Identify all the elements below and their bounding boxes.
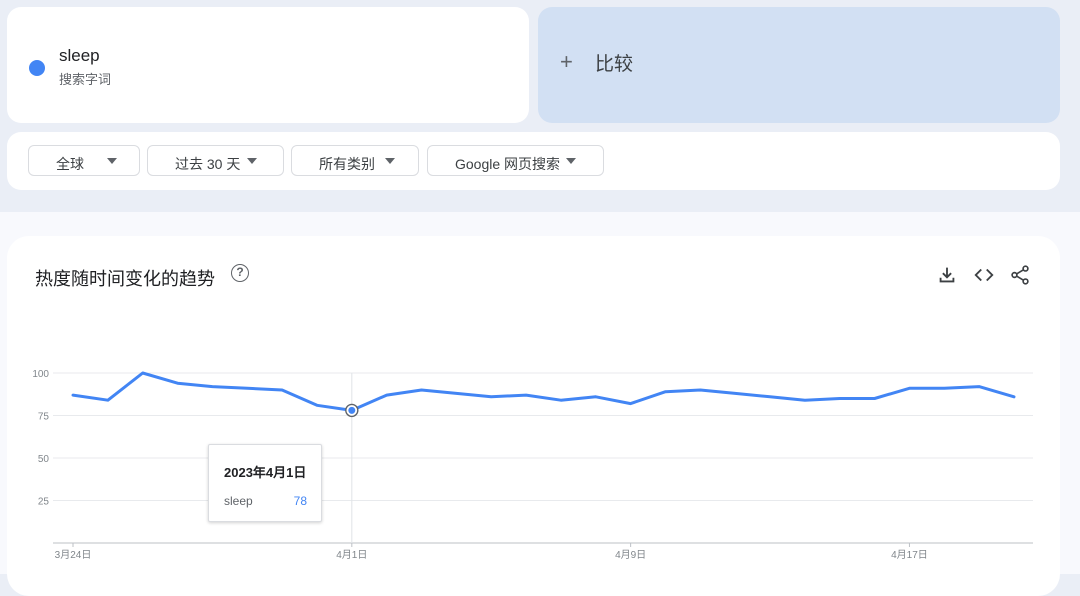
x-tick-label: 3月24日	[55, 549, 92, 561]
search-term-card[interactable]: sleep 搜索字词	[7, 7, 529, 123]
x-tick-label: 4月1日	[336, 549, 367, 561]
tooltip-date: 2023年4月1日	[224, 465, 307, 480]
compare-button[interactable]: + 比较	[538, 7, 1060, 123]
category-filter-label: 所有类别	[319, 156, 375, 172]
time-range-filter-label: 过去 30 天	[175, 156, 241, 172]
dropdown-arrow-icon	[247, 158, 257, 164]
tooltip-series-name: sleep	[224, 494, 253, 508]
region-filter-dropdown[interactable]: 全球	[28, 145, 140, 176]
compare-label: 比较	[595, 54, 634, 75]
filter-bar: 全球 过去 30 天 所有类别 Google 网页搜索	[7, 132, 1060, 190]
tooltip-value: 78	[293, 494, 307, 508]
hover-point[interactable]	[348, 406, 356, 414]
search-term-subtitle: 搜索字词	[59, 72, 112, 87]
x-tick-label: 4月17日	[891, 549, 928, 561]
x-tick-label: 4月9日	[615, 549, 646, 561]
y-tick-label: 75	[38, 412, 50, 423]
series-color-dot	[29, 60, 45, 76]
dropdown-arrow-icon	[385, 158, 395, 164]
y-tick-label: 25	[38, 497, 50, 508]
chart-tooltip: 2023年4月1日 sleep 78	[208, 444, 322, 522]
y-tick-label: 100	[32, 369, 49, 380]
interest-over-time-card: 热度随时间变化的趋势 ? 100 75 50 25 3月24日 4月1日 4月9日 4月17日…	[7, 236, 1060, 596]
dropdown-arrow-icon	[566, 158, 576, 164]
dropdown-arrow-icon	[107, 158, 117, 164]
y-tick-label: 50	[38, 454, 50, 465]
time-range-filter-dropdown[interactable]: 过去 30 天	[147, 145, 284, 176]
plus-icon: +	[560, 49, 573, 74]
search-type-filter-label: Google 网页搜索	[455, 156, 561, 172]
series-line-sleep[interactable]	[71, 371, 1016, 412]
search-term-name: sleep	[59, 46, 100, 65]
region-filter-label: 全球	[56, 156, 84, 172]
trend-line-chart[interactable]: 100 75 50 25 3月24日 4月1日 4月9日 4月17日	[7, 236, 1060, 574]
search-type-filter-dropdown[interactable]: Google 网页搜索	[427, 145, 604, 176]
category-filter-dropdown[interactable]: 所有类别	[291, 145, 419, 176]
